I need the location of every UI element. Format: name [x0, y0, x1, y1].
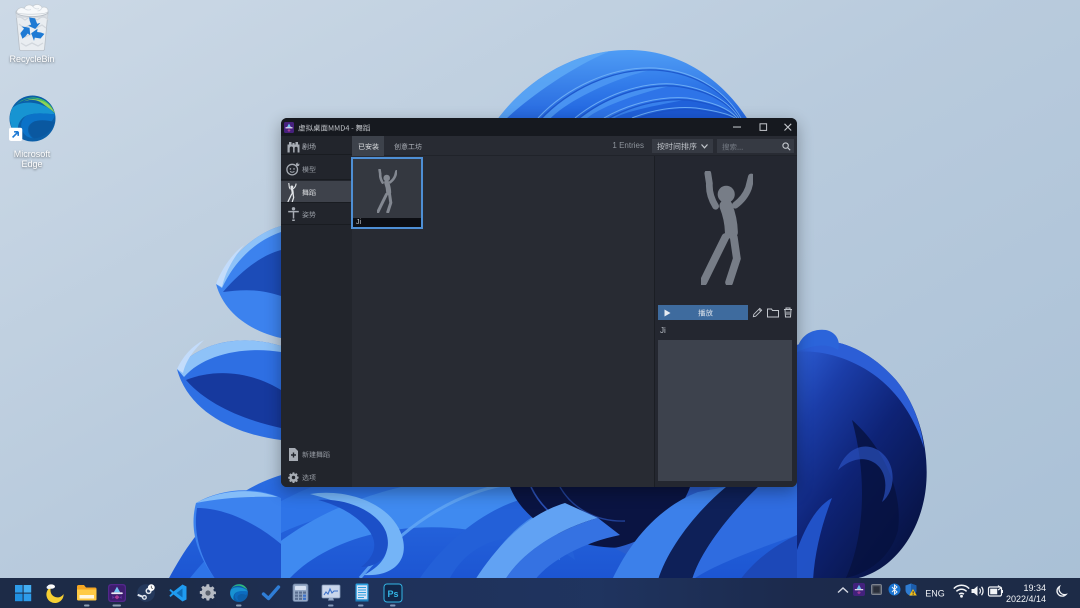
- svg-text:19:34: 19:34: [1023, 583, 1046, 593]
- svg-text:2022/4/14: 2022/4/14: [1006, 594, 1046, 604]
